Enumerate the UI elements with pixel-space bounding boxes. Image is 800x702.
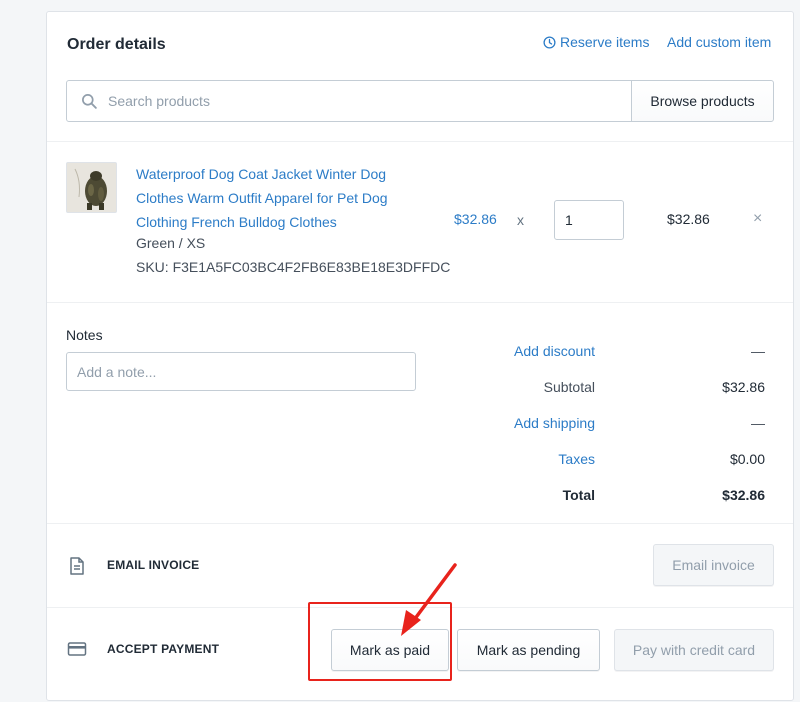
shipping-row: Add shipping — [447,415,765,435]
browse-products-button[interactable]: Browse products [631,80,774,122]
email-invoice-button[interactable]: Email invoice [653,544,774,586]
credit-card-icon [67,642,87,656]
multiply-sign: x [517,212,524,228]
page-title: Order details [67,36,166,53]
product-image [67,163,116,212]
subtotal-value: $32.86 [722,379,765,395]
total-row: Total $32.86 [447,487,765,507]
email-invoice-section: EMAIL INVOICE Email invoice [47,524,793,608]
product-thumbnail [66,162,117,213]
product-title-link[interactable]: Waterproof Dog Coat Jacket Winter Dog Cl… [136,162,416,234]
quantity-input[interactable] [554,200,624,240]
mark-as-pending-button[interactable]: Mark as pending [457,629,600,671]
email-invoice-title: EMAIL INVOICE [107,558,200,572]
mark-as-paid-button[interactable]: Mark as paid [331,629,449,671]
shipping-value: — [751,415,765,431]
discount-row: Add discount — [447,343,765,363]
clock-icon [543,35,556,49]
product-sku: SKU: F3E1A5FC03BC4F2FB6E83BE18E3DFFDC [136,259,451,275]
taxes-value: $0.00 [729,451,765,467]
search-icon [82,93,97,109]
accept-payment-title: ACCEPT PAYMENT [107,642,220,656]
reserve-items-link[interactable]: Reserve items [543,34,649,50]
search-input[interactable] [108,93,588,109]
total-label: Total [562,487,595,503]
reserve-items-label: Reserve items [560,34,650,50]
pay-with-credit-card-button[interactable]: Pay with credit card [614,629,774,671]
notes-label: Notes [66,327,103,343]
add-shipping-link[interactable]: Add shipping [514,415,595,431]
discount-value: — [751,343,765,359]
notes-and-summary-section: Notes Add discount — Subtotal $32.86 Add… [47,303,793,524]
accept-payment-section: ACCEPT PAYMENT Mark as paid Mark as pend… [47,608,793,702]
subtotal-label: Subtotal [543,379,595,395]
line-item-row: Waterproof Dog Coat Jacket Winter Dog Cl… [47,142,793,303]
product-search-box[interactable] [66,80,632,122]
product-variant: Green / XS [136,235,206,251]
total-value: $32.86 [722,487,765,503]
close-icon[interactable]: × [753,210,762,228]
add-custom-item-link[interactable]: Add custom item [667,34,771,50]
notes-input[interactable] [66,352,416,391]
document-icon [70,557,84,575]
subtotal-row: Subtotal $32.86 [447,379,765,399]
taxes-link[interactable]: Taxes [558,451,595,467]
order-details-card: Order details Reserve items Add custom i… [46,11,794,701]
add-discount-link[interactable]: Add discount [514,343,595,359]
order-header-section: Order details Reserve items Add custom i… [47,12,793,142]
unit-price-link[interactable]: $32.86 [454,211,497,227]
taxes-row: Taxes $0.00 [447,451,765,471]
line-total: $32.86 [667,211,710,227]
